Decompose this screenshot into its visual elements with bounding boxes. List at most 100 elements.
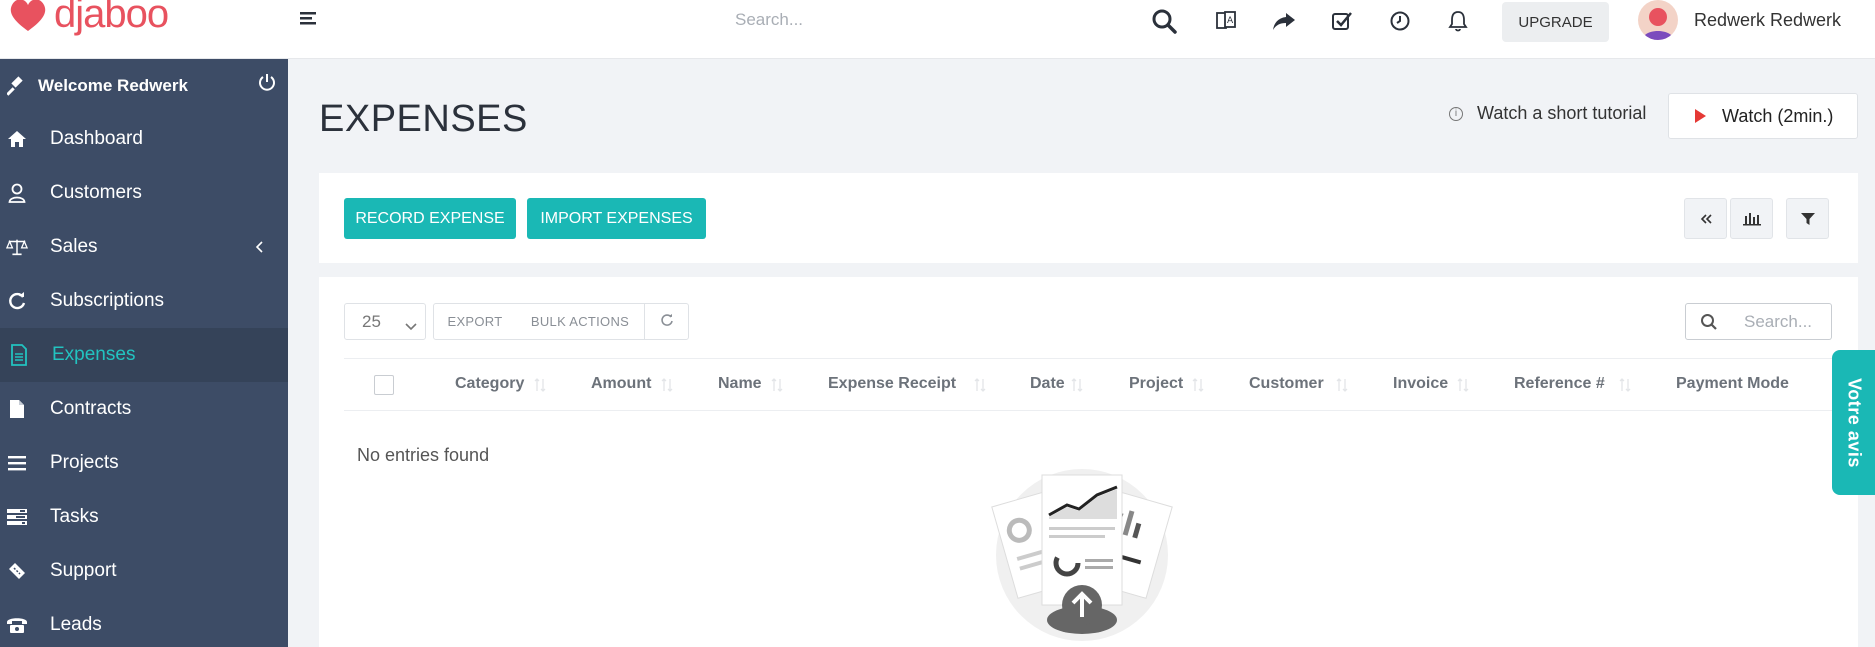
- record-expense-button[interactable]: RECORD EXPENSE: [344, 198, 516, 239]
- phone-icon: [6, 614, 28, 636]
- file-icon: [6, 398, 28, 420]
- djaboo-logo[interactable]: djaboo: [8, 0, 169, 37]
- sidebar-item-projects[interactable]: Projects: [0, 436, 288, 490]
- logo-text: djaboo: [54, 0, 169, 36]
- gavel-icon: [4, 73, 30, 99]
- ticket-icon: [6, 560, 28, 582]
- menu-toggle-icon[interactable]: [298, 9, 320, 29]
- sidebar-item-label: Dashboard: [50, 128, 143, 149]
- heart-logo-icon: [8, 0, 48, 35]
- svg-text:A: A: [1227, 16, 1234, 26]
- table-header: Category Amount Name Expense Receipt Dat…: [344, 358, 1858, 411]
- page-length-value: 25: [362, 311, 381, 331]
- feedback-label: Votre avis: [1844, 377, 1864, 468]
- sidebar-item-sales[interactable]: Sales: [0, 220, 288, 274]
- sort-icon[interactable]: [974, 377, 986, 393]
- column-header-customer[interactable]: Customer: [1249, 375, 1324, 393]
- empty-documents-illustration: [987, 455, 1177, 647]
- collapse-toggle-icon[interactable]: [1684, 198, 1727, 239]
- sort-icon[interactable]: [1071, 377, 1083, 393]
- import-expenses-button[interactable]: IMPORT EXPENSES: [527, 198, 706, 239]
- sort-icon[interactable]: [1192, 377, 1204, 393]
- sidebar-item-customers[interactable]: Customers: [0, 166, 288, 220]
- tutorial-text: Watch a short tutorial: [1477, 103, 1647, 123]
- clock-icon[interactable]: [1386, 8, 1414, 34]
- home-icon: [6, 128, 28, 150]
- sidebar-welcome: Welcome Redwerk: [0, 59, 288, 112]
- sort-icon[interactable]: [661, 377, 673, 393]
- column-header-payment-mode[interactable]: Payment Mode: [1676, 375, 1789, 393]
- reload-button[interactable]: [644, 303, 689, 340]
- select-all-checkbox[interactable]: [374, 375, 394, 395]
- feedback-tab[interactable]: Votre avis: [1832, 350, 1875, 495]
- chevron-down-icon: [405, 316, 417, 336]
- top-navbar: djaboo A UPGRADE Redwerk Redwerk: [0, 0, 1875, 59]
- power-icon[interactable]: [258, 73, 278, 93]
- bar-chart-icon[interactable]: [1730, 198, 1773, 239]
- global-search-input[interactable]: [735, 6, 1035, 34]
- user-name[interactable]: Redwerk Redwerk: [1694, 10, 1841, 31]
- sidebar-item-label: Projects: [50, 452, 119, 473]
- translate-icon[interactable]: A: [1212, 8, 1240, 34]
- tutorial-hint: i Watch a short tutorial: [1449, 103, 1646, 124]
- chevron-left-icon: [254, 238, 264, 260]
- sidebar-item-label: Contracts: [50, 398, 132, 419]
- table-search-icon[interactable]: [1685, 303, 1733, 340]
- refresh-icon: [6, 290, 28, 312]
- tasks-icon: [6, 506, 28, 528]
- refresh-icon: [660, 313, 674, 330]
- share-icon[interactable]: [1270, 8, 1298, 34]
- search-icon[interactable]: [1150, 8, 1178, 34]
- play-icon: [1695, 109, 1706, 123]
- column-header-category[interactable]: Category: [455, 375, 524, 393]
- user-avatar[interactable]: [1638, 0, 1678, 40]
- table-panel: 25 EXPORT BULK ACTIONS Category Amount N…: [319, 277, 1858, 647]
- column-header-amount[interactable]: Amount: [591, 375, 651, 393]
- watch-tutorial-button[interactable]: Watch (2min.): [1668, 93, 1858, 139]
- sidebar-item-tasks[interactable]: Tasks: [0, 490, 288, 544]
- user-icon: [6, 182, 28, 204]
- table-search-input[interactable]: [1732, 303, 1832, 340]
- sidebar-item-expenses[interactable]: Expenses: [0, 328, 288, 382]
- tasks-check-icon[interactable]: [1328, 8, 1356, 34]
- sort-icon[interactable]: [1336, 377, 1348, 393]
- column-header-project[interactable]: Project: [1129, 375, 1183, 393]
- sidebar-item-label: Sales: [50, 236, 98, 257]
- sidebar-item-label: Support: [50, 560, 117, 581]
- sidebar-item-label: Tasks: [50, 506, 99, 527]
- sidebar: Welcome Redwerk Dashboard Customers Sale…: [0, 59, 288, 647]
- sidebar-item-label: Expenses: [52, 344, 136, 365]
- column-header-reference[interactable]: Reference #: [1514, 375, 1605, 393]
- bell-icon[interactable]: [1444, 8, 1472, 34]
- sidebar-item-dashboard[interactable]: Dashboard: [0, 112, 288, 166]
- sidebar-item-label: Customers: [50, 182, 142, 203]
- bars-icon: [6, 452, 28, 474]
- upgrade-button[interactable]: UPGRADE: [1502, 2, 1609, 42]
- sort-icon[interactable]: [1457, 377, 1469, 393]
- file-text-icon: [8, 344, 30, 366]
- column-header-date[interactable]: Date: [1030, 375, 1065, 393]
- info-icon: i: [1449, 106, 1463, 121]
- sidebar-item-label: Subscriptions: [50, 290, 165, 311]
- sidebar-item-label: Leads: [50, 614, 102, 635]
- empty-state-text: No entries found: [357, 445, 490, 465]
- sidebar-item-leads[interactable]: Leads: [0, 598, 288, 647]
- export-button[interactable]: EXPORT: [433, 303, 517, 340]
- column-header-expense-receipt[interactable]: Expense Receipt: [828, 375, 956, 393]
- balance-scale-icon: [6, 236, 28, 258]
- sidebar-item-support[interactable]: Support: [0, 544, 288, 598]
- column-header-name[interactable]: Name: [718, 375, 762, 393]
- sort-icon[interactable]: [534, 377, 546, 393]
- sidebar-item-subscriptions[interactable]: Subscriptions: [0, 274, 288, 328]
- welcome-text: Welcome Redwerk: [38, 75, 188, 95]
- sidebar-item-contracts[interactable]: Contracts: [0, 382, 288, 436]
- column-header-invoice[interactable]: Invoice: [1393, 375, 1448, 393]
- page-title: EXPENSES: [319, 98, 528, 140]
- filter-icon[interactable]: [1786, 198, 1829, 239]
- watch-label: Watch (2min.): [1722, 105, 1834, 126]
- bulk-actions-button[interactable]: BULK ACTIONS: [516, 303, 645, 340]
- actions-panel: RECORD EXPENSE IMPORT EXPENSES: [319, 173, 1858, 263]
- page-length-select[interactable]: 25: [344, 303, 426, 340]
- sort-icon[interactable]: [1619, 377, 1631, 393]
- sort-icon[interactable]: [771, 377, 783, 393]
